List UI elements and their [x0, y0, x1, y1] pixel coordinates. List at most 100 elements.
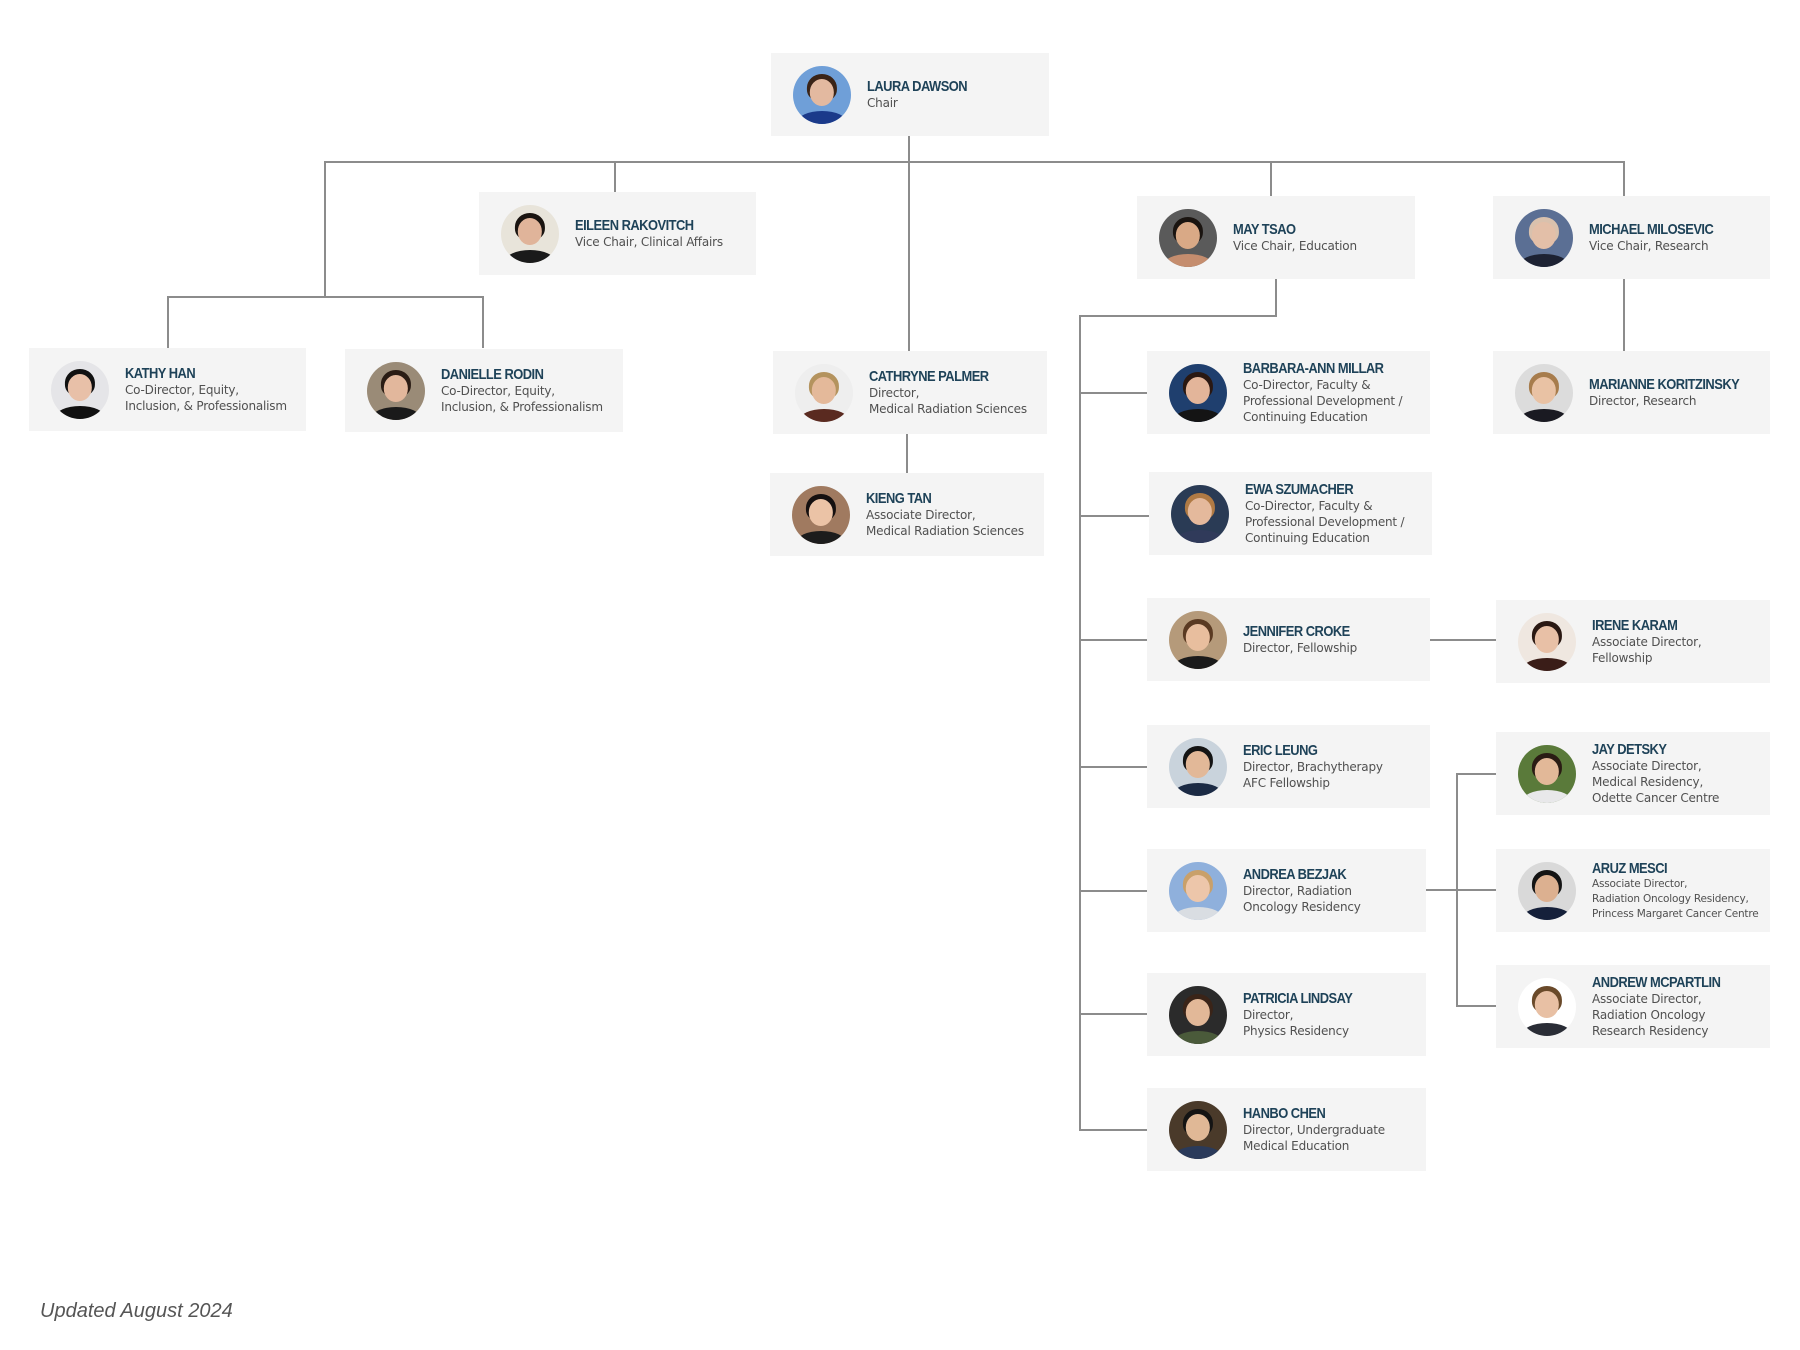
connector-chair-down [908, 136, 910, 351]
person-name: JENNIFER CROKE [1243, 623, 1350, 640]
connector-jay [1456, 773, 1496, 775]
person-role: Director, Undergraduate Medical Educatio… [1243, 1123, 1385, 1153]
person-role: Associate Director, Radiation Oncology R… [1592, 877, 1759, 920]
connector-kieng [906, 434, 908, 473]
person-role: Vice Chair, Clinical Affairs [575, 235, 723, 249]
card-hanbo-chen[interactable]: HANBO CHEN Director, Undergraduate Medica… [1147, 1088, 1426, 1171]
avatar-danielle-rodin [367, 361, 425, 420]
card-eileen-rakovitch[interactable]: EILEEN RAKOVITCH Vice Chair, Clinical Aff… [479, 192, 756, 275]
card-kathy-han[interactable]: KATHY HAN Co-Director, Equity, Inclusion,… [29, 348, 306, 431]
person-role: Director, Medical Radiation Sciences [869, 386, 1027, 416]
connector-jennifer [1079, 639, 1147, 641]
avatar-andrea-bezjak [1169, 861, 1227, 920]
card-aruz-mesci[interactable]: ARUZ MESCI Associate Director, Radiation … [1496, 849, 1770, 932]
person-name: LAURA DAWSON [867, 78, 968, 95]
person-name: KIENG TAN [866, 490, 932, 507]
avatar-hanbo-chen [1169, 1100, 1227, 1159]
connector-andrew [1456, 1005, 1496, 1007]
card-barbara-ann-millar[interactable]: BARBARA-ANN MILLAR Co-Director, Faculty &… [1147, 351, 1430, 434]
person-name: KATHY HAN [125, 365, 196, 382]
connector-patricia [1079, 1013, 1147, 1015]
person-name: BARBARA-ANN MILLAR [1243, 360, 1384, 377]
connector-kathy [167, 296, 169, 348]
card-laura-dawson[interactable]: LAURA DAWSON Chair [771, 53, 1049, 136]
avatar-jay-detsky [1518, 744, 1576, 803]
updated-note: Updated August 2024 [40, 1300, 233, 1322]
connector-equity-bar [167, 296, 484, 298]
connector-irene [1430, 639, 1496, 641]
person-role: Director, Research [1589, 394, 1697, 408]
avatar-barbara-ann-millar [1169, 363, 1227, 422]
connector-barbara [1079, 392, 1147, 394]
person-role: Associate Director, Medical Residency, O… [1592, 759, 1720, 805]
connector-ewa [1079, 515, 1149, 517]
person-role: Co-Director, Equity, Inclusion, & Profes… [441, 384, 603, 414]
connector-eileen [614, 161, 616, 192]
person-name: EILEEN RAKOVITCH [575, 217, 694, 234]
person-role: Co-Director, Equity, Inclusion, & Profes… [125, 383, 287, 413]
connector-main-bar [324, 161, 1625, 163]
card-andrew-mcpartlin[interactable]: ANDREW MCPARTLIN Associate Director, Radi… [1496, 965, 1770, 1048]
avatar-ewa-szumacher [1171, 484, 1229, 543]
avatar-kieng-tan [792, 485, 850, 544]
avatar-aruz-mesci [1518, 861, 1576, 920]
connector-michael [1623, 161, 1625, 196]
card-patricia-lindsay[interactable]: PATRICIA LINDSAY Director, Physics Reside… [1147, 973, 1426, 1056]
card-marianne-koritzinsky[interactable]: MARIANNE KORITZINSKY Director, Research [1493, 351, 1770, 434]
connector-education-top [1079, 315, 1277, 317]
avatar-andrew-mcpartlin [1518, 977, 1576, 1036]
person-role: Director, Fellowship [1243, 641, 1358, 655]
person-role: Associate Director, Radiation Oncology R… [1592, 992, 1709, 1038]
connector-andrea-out [1426, 889, 1496, 891]
person-role: Associate Director, Fellowship [1592, 635, 1702, 665]
card-cathryne-palmer[interactable]: CATHRYNE PALMER Director, Medical Radiati… [773, 351, 1047, 434]
person-role: Director, Radiation Oncology Residency [1243, 884, 1361, 914]
card-eric-leung[interactable]: ERIC LEUNG Director, Brachytherapy AFC Fe… [1147, 725, 1430, 808]
connector-danielle [482, 296, 484, 348]
connector-may-down [1275, 279, 1277, 316]
person-name: JAY DETSKY [1592, 741, 1667, 758]
connector-education-spine [1079, 315, 1081, 1131]
avatar-may-tsao [1159, 208, 1217, 267]
card-kieng-tan[interactable]: KIENG TAN Associate Director, Medical Rad… [770, 473, 1044, 556]
person-role: Co-Director, Faculty & Professional Deve… [1243, 378, 1403, 424]
person-name: CATHRYNE PALMER [869, 368, 989, 385]
avatar-cathryne-palmer [795, 363, 853, 422]
avatar-patricia-lindsay [1169, 985, 1227, 1044]
card-michael-milosevic[interactable]: MICHAEL MILOSEVIC Vice Chair, Research [1493, 196, 1770, 279]
avatar-michael-milosevic [1515, 208, 1573, 267]
person-role: Associate Director, Medical Radiation Sc… [866, 508, 1024, 538]
avatar-jennifer-croke [1169, 610, 1227, 669]
card-andrea-bezjak[interactable]: ANDREA BEZJAK Director, Radiation Oncolog… [1147, 849, 1426, 932]
person-name: HANBO CHEN [1243, 1105, 1326, 1122]
card-irene-karam[interactable]: IRENE KARAM Associate Director, Fellowshi… [1496, 600, 1770, 683]
connector-may [1270, 161, 1272, 196]
avatar-kathy-han [51, 360, 109, 419]
avatar-marianne-koritzinsky [1515, 363, 1573, 422]
card-ewa-szumacher[interactable]: EWA SZUMACHER Co-Director, Faculty & Prof… [1149, 472, 1432, 555]
avatar-eric-leung [1169, 737, 1227, 796]
avatar-laura-dawson [793, 65, 851, 124]
person-role: Director, Brachytherapy AFC Fellowship [1243, 760, 1383, 790]
connector-andrea [1079, 890, 1147, 892]
connector-left-branch [324, 161, 326, 297]
person-name: ANDREA BEZJAK [1243, 866, 1347, 883]
person-name: DANIELLE RODIN [441, 366, 544, 383]
person-name: MICHAEL MILOSEVIC [1589, 221, 1714, 238]
card-may-tsao[interactable]: MAY TSAO Vice Chair, Education [1137, 196, 1415, 279]
person-role: Director, Physics Residency [1243, 1008, 1349, 1038]
card-jennifer-croke[interactable]: JENNIFER CROKE Director, Fellowship [1147, 598, 1430, 681]
person-name: ANDREW MCPARTLIN [1592, 974, 1721, 991]
person-role: Vice Chair, Research [1589, 239, 1709, 253]
person-name: MARIANNE KORITZINSKY [1589, 376, 1740, 393]
person-name: MAY TSAO [1233, 221, 1296, 238]
person-role: Co-Director, Faculty & Professional Deve… [1245, 499, 1405, 545]
person-name: ARUZ MESCI [1592, 859, 1668, 877]
person-name: PATRICIA LINDSAY [1243, 990, 1353, 1007]
card-danielle-rodin[interactable]: DANIELLE RODIN Co-Director, Equity, Inclu… [345, 349, 623, 432]
person-name: ERIC LEUNG [1243, 742, 1318, 759]
person-role: Chair [867, 96, 898, 110]
connector-hanbo [1079, 1129, 1147, 1131]
avatar-irene-karam [1518, 612, 1576, 671]
card-jay-detsky[interactable]: JAY DETSKY Associate Director, Medical Re… [1496, 732, 1770, 815]
